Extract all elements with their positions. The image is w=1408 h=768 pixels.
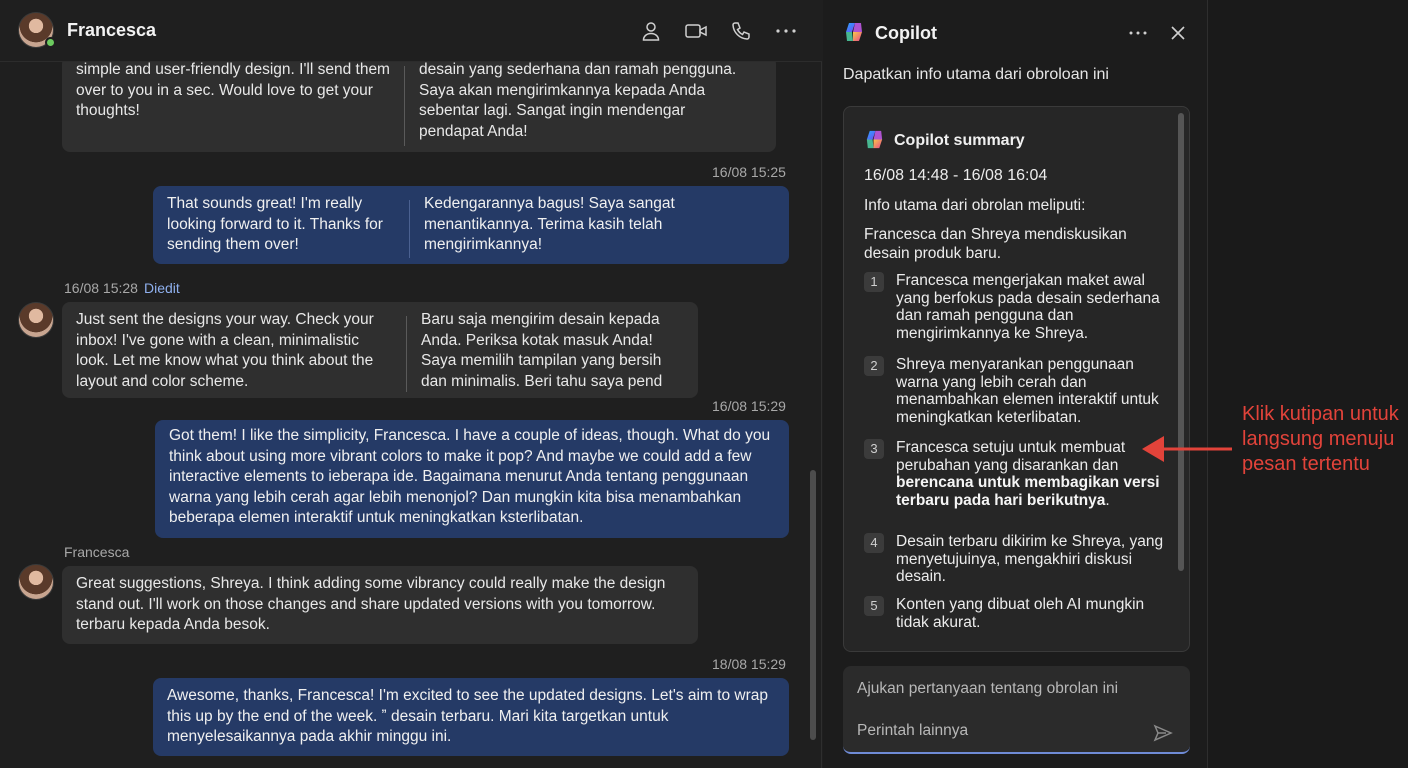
close-icon[interactable] — [1165, 20, 1191, 46]
copilot-summary-card: Copilot summary 16/08 14:48 - 16/08 16:0… — [843, 106, 1190, 652]
message-timestamp: 16/08 15:29 — [712, 398, 786, 414]
message-text: Awesome, thanks, Francesca! I'm excited … — [167, 687, 768, 745]
annotation-arrow-icon — [1138, 432, 1234, 471]
ask-question-input[interactable]: Ajukan pertanyaan tentang obrolan ini Pe… — [843, 666, 1190, 754]
citation-number[interactable]: 4 — [864, 533, 884, 553]
message-text: Just sent the designs your way. Check yo… — [76, 311, 374, 390]
summary-point-text: Francesca mengerjakan maket awal yang be… — [896, 272, 1160, 342]
summary-intro: Info utama dari obrolan meliputi: — [864, 197, 1086, 214]
message-text: Great suggestions, Shreya. I think addin… — [76, 575, 666, 633]
chat-pane: Francesca simple and user-friendly desig… — [0, 0, 822, 768]
message-bubble[interactable]: simple and user-friendly design. I'll se… — [62, 62, 776, 152]
message-list[interactable]: simple and user-friendly design. I'll se… — [0, 62, 822, 768]
message-translation: Baru saja mengirim desain kepada Anda. P… — [421, 311, 663, 390]
citation-number[interactable]: 2 — [864, 356, 884, 376]
message-translation: Kedengarannya bagus! Saya sangat menanti… — [424, 195, 675, 253]
summary-point: 2 Shreya menyarankan penggunaan warna ya… — [864, 356, 1169, 426]
message-translation: desain yang sederhana dan ramah pengguna… — [419, 62, 737, 140]
summary-point-text: Konten yang dibuat oleh AI mungkin tidak… — [896, 596, 1145, 631]
more-prompts-link[interactable]: Perintah lainnya — [857, 722, 968, 740]
message-timestamp: 16/08 15:28 Diedit — [64, 280, 180, 296]
message-timestamp: 16/08 15:25 — [712, 164, 786, 180]
edited-label: Diedit — [143, 280, 180, 296]
point-text-plain: Francesca setuju untuk membuat perubahan… — [896, 439, 1126, 474]
summary-point: 1 Francesca mengerjakan maket awal yang … — [864, 272, 1169, 342]
presence-available-icon — [45, 37, 56, 48]
more-options-icon[interactable] — [773, 18, 799, 44]
message-text: simple and user-friendly design. I'll se… — [76, 62, 390, 119]
copilot-pane: Copilot Dapatkan info utama dari obroloa… — [823, 0, 1208, 768]
ask-input-placeholder[interactable]: Ajukan pertanyaan tentang obrolan ini — [857, 680, 1118, 698]
chat-scrollbar[interactable] — [810, 470, 816, 740]
chat-header: Francesca — [0, 0, 822, 62]
point-text-end: . — [1105, 491, 1110, 509]
point-text-bold: berencana untuk membagikan versi terbaru… — [896, 474, 1160, 509]
summary-title: Copilot summary — [894, 132, 1025, 149]
timestamp-text: 16/08 15:28 — [64, 280, 138, 296]
copilot-prompt-text: Dapatkan info utama dari obroloan ini — [843, 66, 1109, 83]
message-bubble[interactable]: That sounds great! I'm really looking fo… — [153, 186, 789, 264]
copilot-logo-icon — [843, 21, 865, 43]
copilot-title: Copilot — [875, 23, 937, 43]
message-text: Got them! I like the simplicity, Frances… — [169, 427, 771, 526]
people-icon[interactable] — [638, 18, 664, 44]
message-bubble[interactable]: Great suggestions, Shreya. I think addin… — [62, 566, 698, 644]
citation-number[interactable]: 3 — [864, 439, 884, 459]
copilot-logo-icon — [864, 129, 885, 150]
summary-point: 3 Francesca setuju untuk membuat perubah… — [864, 439, 1169, 509]
summary-point-text: Shreya menyarankan penggunaan warna yang… — [896, 356, 1159, 426]
summary-point: 5 Konten yang dibuat oleh AI mungkin tid… — [864, 596, 1169, 631]
message-bubble[interactable]: Awesome, thanks, Francesca! I'm excited … — [153, 678, 789, 756]
contact-name[interactable]: Francesca — [67, 20, 156, 41]
summary-point-text: Francesca setuju untuk membuat perubahan… — [896, 439, 1169, 509]
citation-number[interactable]: 5 — [864, 596, 884, 616]
phone-call-icon[interactable] — [728, 18, 754, 44]
video-call-icon[interactable] — [683, 18, 709, 44]
message-bubble[interactable]: Just sent the designs your way. Check yo… — [62, 302, 698, 398]
more-options-icon[interactable] — [1125, 20, 1151, 46]
annotation-text: Klik kutipan untuk langsung menuju pesan… — [1242, 403, 1399, 475]
summary-lead: Francesca dan Shreya mendiskusikan desai… — [864, 226, 1127, 262]
citation-number[interactable]: 1 — [864, 272, 884, 292]
summary-point: 4 Desain terbaru dikirim ke Shreya, yang… — [864, 533, 1169, 586]
summary-date-range: 16/08 14:48 - 16/08 16:04 — [864, 167, 1048, 184]
summary-scrollbar[interactable] — [1178, 113, 1184, 571]
annotation-background — [1208, 0, 1408, 768]
sender-avatar[interactable] — [18, 564, 54, 600]
message-timestamp: 18/08 15:29 — [712, 656, 786, 672]
summary-point-text: Desain terbaru dikirim ke Shreya, yang m… — [896, 533, 1164, 585]
send-icon[interactable] — [1151, 721, 1175, 745]
message-text: That sounds great! I'm really looking fo… — [167, 195, 383, 253]
sender-avatar[interactable] — [18, 302, 54, 338]
message-bubble[interactable]: Got them! I like the simplicity, Frances… — [155, 420, 789, 538]
sender-name: Francesca — [64, 544, 130, 560]
